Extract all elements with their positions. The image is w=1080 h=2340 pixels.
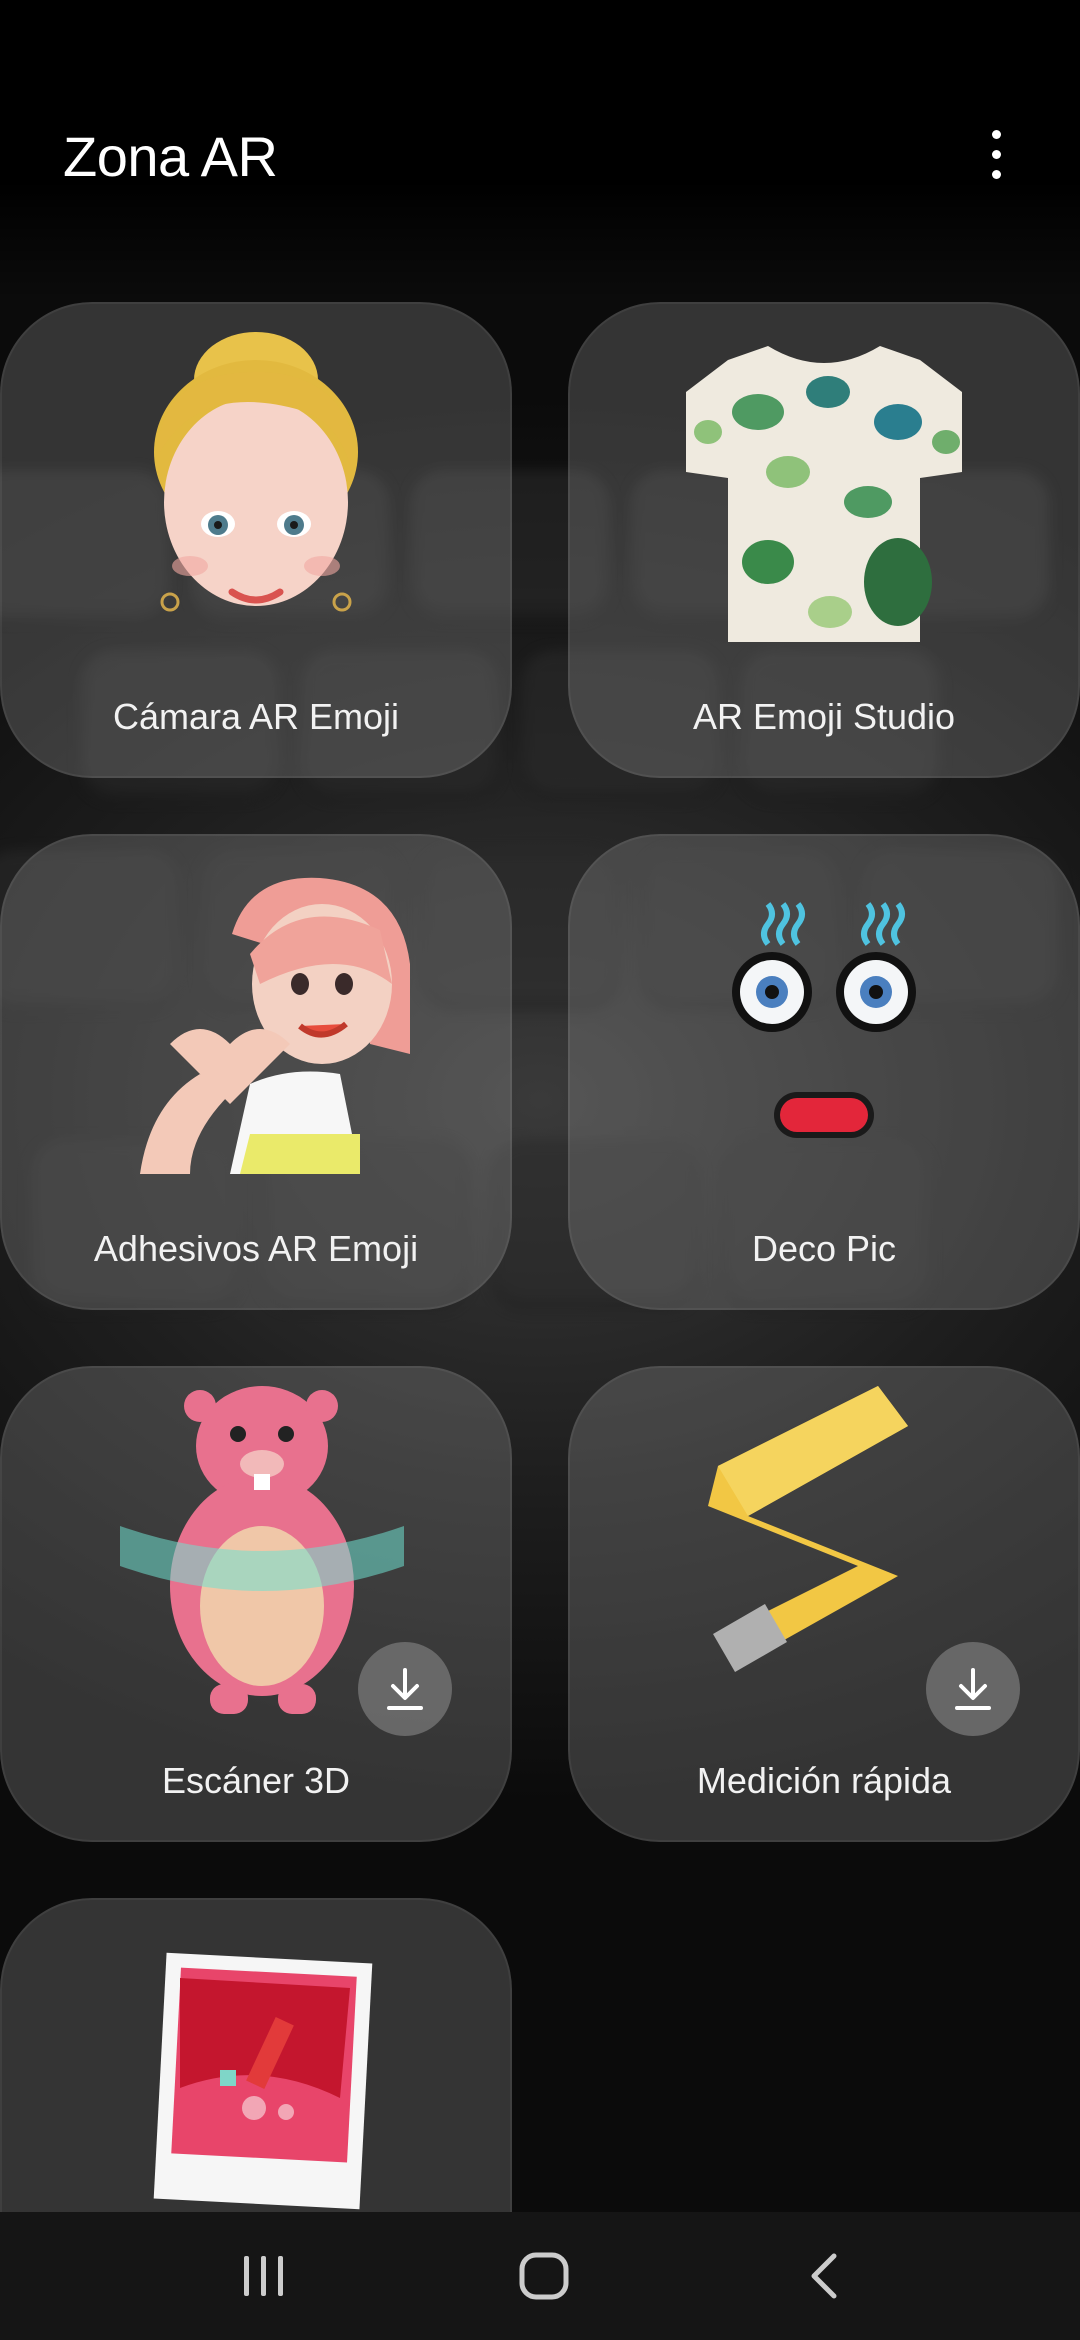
tile-3d-scanner[interactable]: Escáner 3D (0, 1366, 512, 1842)
download-icon (955, 1668, 991, 1710)
tile-ar-doodle[interactable] (0, 1898, 512, 2212)
tile-ar-emoji-camera[interactable]: Cámara AR Emoji (0, 302, 512, 778)
emoji-stickers-icon (0, 834, 512, 1194)
tile-label: Medición rápida (696, 1760, 952, 1801)
tile-label: Escáner 3D (161, 1760, 351, 1801)
ar-emoji-face-icon (0, 302, 512, 662)
recents-icon[interactable] (224, 2236, 304, 2316)
tile-label: Adhesivos AR Emoji (93, 1228, 419, 1269)
home-icon[interactable] (504, 2236, 584, 2316)
tile-ar-emoji-stickers[interactable]: Adhesivos AR Emoji (0, 834, 512, 1310)
download-icon (387, 1668, 423, 1710)
download-button[interactable] (926, 1642, 1020, 1736)
system-navigation-bar (0, 2212, 1080, 2340)
tile-quick-measure[interactable]: Medición rápida (568, 1366, 1080, 1842)
tile-label: AR Emoji Studio (692, 696, 956, 737)
tshirt-icon (568, 302, 1080, 662)
tile-ar-emoji-studio[interactable]: AR Emoji Studio (568, 302, 1080, 778)
back-icon[interactable] (784, 2236, 864, 2316)
tile-label: Cámara AR Emoji (112, 696, 400, 737)
download-button[interactable] (358, 1642, 452, 1736)
deco-pic-icon (568, 834, 1080, 1194)
ar-doodle-photo-icon (0, 1898, 512, 2212)
tile-label: Deco Pic (751, 1228, 897, 1269)
ar-apps-grid: Cámara AR Emoji AR Emoji Studio Adhesivo… (0, 0, 1080, 2212)
tile-deco-pic[interactable]: Deco Pic (568, 834, 1080, 1310)
